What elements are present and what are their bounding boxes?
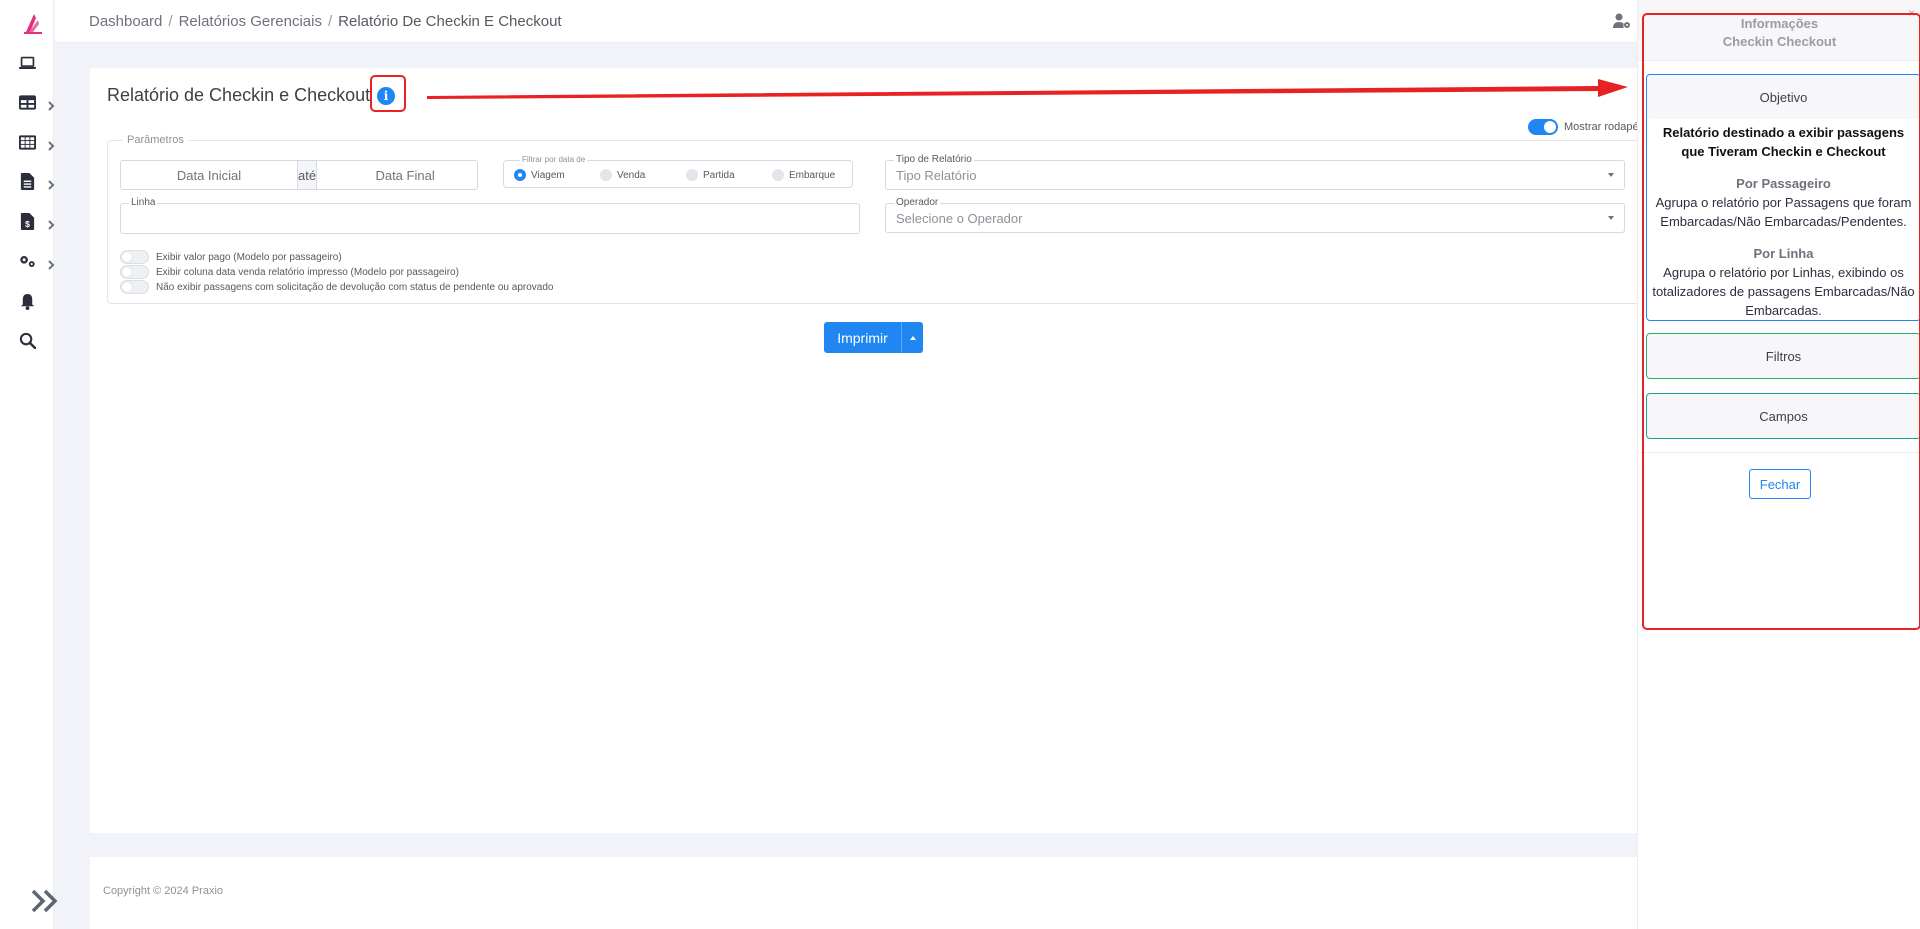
radio-viagem[interactable]: Viagem	[514, 169, 565, 181]
nav-item-grid[interactable]	[0, 127, 56, 163]
file-icon	[19, 173, 36, 195]
laptop-icon	[18, 55, 36, 77]
radio-dot-selected[interactable]	[514, 169, 526, 181]
radio-dot[interactable]	[600, 169, 612, 181]
caret-down-icon	[1608, 216, 1614, 220]
params-legend: Parâmetros	[123, 134, 188, 146]
annotation-arrow	[427, 79, 1628, 99]
radio-label: Embarque	[789, 169, 836, 181]
chevron-right-icon	[48, 138, 56, 151]
date-filter-group: Filtrar por data de Viagem Venda Partida…	[503, 155, 853, 188]
show-paid-switch[interactable]	[120, 250, 149, 264]
breadcrumb: Dashboard / Relatórios Gerenciais / Rela…	[89, 13, 562, 30]
operator-label: Operador	[894, 197, 941, 208]
nav-item-busca[interactable]	[0, 325, 54, 361]
nav-item-relatorios[interactable]	[0, 166, 56, 202]
radio-label: Venda	[617, 169, 646, 181]
date-separator: até	[297, 161, 318, 189]
date-range-group: até	[120, 160, 494, 190]
info-icon[interactable]: i	[377, 87, 395, 105]
radio-embarque[interactable]: Embarque	[772, 169, 835, 181]
info-panel: Informações Checkin Checkout × Objetivo …	[1637, 0, 1920, 929]
hide-refund-switch[interactable]	[120, 280, 149, 294]
operator-value: Selecione o Operador	[896, 211, 1023, 226]
double-chevron-right-icon	[30, 889, 60, 918]
chevron-right-icon	[48, 98, 56, 111]
switch-label: Exibir coluna data venda relatório impre…	[156, 266, 459, 278]
footer-switch[interactable]	[1528, 119, 1558, 135]
invoice-icon: $	[19, 213, 36, 235]
nav-item-financeiro[interactable]: $	[0, 206, 56, 242]
params-fieldset: Parâmetros até Filtrar por data de Viage…	[107, 134, 1657, 304]
footer-toggle[interactable]: Mostrar rodapé	[1528, 119, 1639, 135]
table-icon	[18, 94, 36, 116]
breadcrumb-item-dashboard[interactable]: Dashboard	[89, 13, 162, 30]
print-dropdown-toggle[interactable]	[901, 322, 923, 353]
radio-venda[interactable]: Venda	[600, 169, 645, 181]
report-type-value: Tipo Relatório	[896, 168, 977, 183]
caret-down-icon	[1608, 173, 1614, 177]
switch-label: Exibir valor pago (Modelo por passageiro…	[156, 251, 342, 263]
switch-row: Não exibir passagens com solicitação de …	[120, 280, 553, 294]
nav-item-cadastros[interactable]	[0, 87, 56, 123]
chevron-right-icon	[48, 257, 56, 270]
bell-icon	[19, 293, 36, 315]
radio-label: Partida	[703, 169, 735, 181]
report-card: Relatório de Checkin e Checkout i Mostra…	[90, 68, 1657, 833]
switch-row: Exibir coluna data venda relatório impre…	[120, 265, 459, 279]
breadcrumb-current: Relatório De Checkin E Checkout	[338, 13, 562, 30]
copyright: Copyright © 2024 Praxio	[103, 885, 224, 897]
expand-sidebar-button[interactable]	[30, 888, 64, 916]
search-icon	[19, 332, 36, 354]
breadcrumb-separator: /	[168, 13, 173, 30]
cogs-icon	[19, 253, 36, 275]
svg-text:$: $	[25, 219, 30, 229]
footer: Copyright © 2024 Praxio	[90, 857, 1640, 929]
print-button-label: Imprimir	[837, 329, 888, 346]
annotation-panel-outline	[1642, 13, 1920, 630]
radio-partida[interactable]: Partida	[686, 169, 735, 181]
show-sale-date-switch[interactable]	[120, 265, 149, 279]
nav-item-configuracoes[interactable]	[0, 246, 56, 282]
date-end-input[interactable]	[317, 161, 494, 189]
user-settings-icon[interactable]	[1613, 13, 1631, 29]
switch-label: Não exibir passagens com solicitação de …	[156, 281, 554, 293]
breadcrumb-separator: /	[327, 13, 333, 30]
print-button[interactable]: Imprimir	[824, 322, 923, 353]
chevron-right-icon	[48, 217, 56, 230]
breadcrumb-item-relatorios[interactable]: Relatórios Gerenciais	[179, 13, 322, 30]
caret-up-icon	[909, 335, 916, 340]
radio-dot[interactable]	[686, 169, 698, 181]
radio-label: Viagem	[531, 169, 565, 181]
footer-toggle-label: Mostrar rodapé	[1564, 121, 1639, 133]
radio-dot[interactable]	[772, 169, 784, 181]
date-start-input[interactable]	[121, 161, 297, 189]
date-filter-legend: Filtrar por data de	[520, 155, 588, 164]
line-field[interactable]: Linha	[120, 197, 860, 234]
chevron-right-icon	[48, 177, 56, 190]
page-title: Relatório de Checkin e Checkout	[107, 85, 371, 105]
report-type-select[interactable]: Tipo de Relatório Tipo Relatório	[885, 154, 1625, 190]
report-type-label: Tipo de Relatório	[894, 154, 974, 165]
nav-item-dashboard[interactable]	[0, 48, 54, 84]
line-label: Linha	[129, 197, 158, 208]
sidebar: $	[0, 0, 58, 929]
praxio-logo[interactable]	[20, 10, 46, 36]
operator-select[interactable]: Operador Selecione o Operador	[885, 197, 1625, 233]
grid-icon	[18, 134, 36, 156]
nav-item-notificacoes[interactable]	[0, 286, 54, 322]
switch-row: Exibir valor pago (Modelo por passageiro…	[120, 250, 342, 264]
